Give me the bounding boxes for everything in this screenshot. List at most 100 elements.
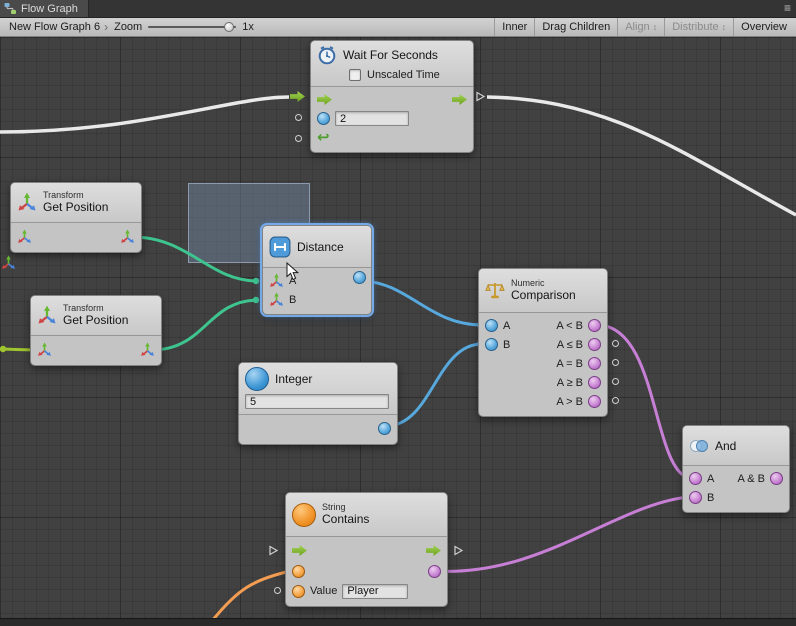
and-output-port[interactable] (770, 472, 783, 485)
position-output-port[interactable] (120, 229, 135, 244)
graph-canvas[interactable]: Wait For Seconds Unscaled Time ↩ (0, 37, 796, 618)
offscreen-transform-port[interactable] (1, 255, 16, 270)
port-b-label: B (289, 294, 296, 306)
zoom-slider-track (148, 26, 236, 28)
wire-dot (253, 297, 259, 303)
ext-flow-in-arrow[interactable] (290, 91, 305, 102)
node-title: Get Position (43, 201, 108, 214)
overview-button[interactable]: Overview (733, 18, 794, 36)
distribute-button[interactable]: Distribute ↕ (664, 18, 733, 36)
align-button[interactable]: Align ↕ (617, 18, 664, 36)
transform-input-port[interactable] (37, 342, 52, 357)
a-eq-b-port[interactable] (588, 357, 601, 370)
tab-flow-graph[interactable]: Flow Graph (0, 0, 89, 17)
value-input[interactable] (342, 584, 408, 599)
ext-unconnected-port (612, 378, 619, 385)
distribute-dropdown-icon: ↕ (722, 22, 727, 32)
comparison-a-port[interactable] (485, 319, 498, 332)
a-gte-b-port[interactable] (588, 376, 601, 389)
output-label: A > B (556, 396, 583, 408)
integer-value-input[interactable] (245, 394, 389, 409)
comparison-b-port[interactable] (485, 338, 498, 351)
a-gt-b-port[interactable] (588, 395, 601, 408)
flow-wire-in (0, 97, 289, 132)
input-b-label: B (707, 492, 714, 504)
node-get-position-2[interactable]: Transform Get Position (30, 295, 162, 366)
ext-flow-in-triangle (268, 545, 279, 556)
input-a-label: A (503, 320, 510, 332)
mouse-cursor (286, 262, 300, 281)
output-label: A ≥ B (557, 377, 583, 389)
flow-in-port[interactable] (292, 545, 307, 556)
loop-back-icon[interactable]: ↩ (317, 131, 330, 144)
contains-result-port[interactable] (428, 565, 441, 578)
align-label: Align (625, 21, 649, 33)
vector-a-port[interactable] (269, 273, 284, 288)
unscaled-time-label: Unscaled Time (367, 69, 440, 81)
ext-unconnected-port (612, 340, 619, 347)
venn-icon (689, 436, 709, 456)
vector-b-port[interactable] (269, 292, 284, 307)
node-wait-for-seconds[interactable]: Wait For Seconds Unscaled Time ↩ (310, 40, 474, 153)
and-a-port[interactable] (689, 472, 702, 485)
flow-out-port[interactable] (452, 94, 467, 105)
ext-flow-out-triangle (475, 91, 486, 102)
vector-wire-2 (152, 300, 258, 350)
zoom-slider-thumb[interactable] (224, 22, 234, 32)
wire-dot (0, 346, 6, 352)
a-lt-b-port[interactable] (588, 319, 601, 332)
seconds-port[interactable] (317, 112, 330, 125)
node-title: Integer (275, 372, 312, 386)
a-lte-b-port[interactable] (588, 338, 601, 351)
node-numeric-comparison[interactable]: Numeric Comparison A A < B B A ≤ B (478, 268, 608, 417)
ext-unconnected-port (612, 359, 619, 366)
align-dropdown-icon: ↕ (653, 22, 658, 32)
tab-title: Flow Graph (21, 3, 78, 15)
node-distance[interactable]: Distance A B (262, 225, 372, 315)
number-wire-distance (360, 281, 482, 325)
seconds-input[interactable] (335, 111, 409, 126)
clock-icon (317, 45, 337, 65)
titlebar: Flow Graph ≡ (0, 0, 796, 18)
output-label: A < B (556, 320, 583, 332)
bottom-panel-edge (0, 618, 796, 626)
toolbar-right-buttons: Inner Drag Children Align ↕ Distribute ↕… (494, 18, 794, 36)
zoom-slider[interactable] (148, 21, 236, 33)
node-integer[interactable]: Integer (238, 362, 398, 445)
distance-output-port[interactable] (353, 271, 366, 284)
inner-button[interactable]: Inner (494, 18, 534, 36)
transform-input-port[interactable] (17, 229, 32, 244)
flow-out-port[interactable] (426, 545, 441, 556)
node-string-contains[interactable]: String Contains Value (285, 492, 448, 607)
ext-unconnected-port (612, 397, 619, 404)
drag-children-button[interactable]: Drag Children (534, 18, 617, 36)
node-title: And (715, 439, 736, 453)
position-output-port[interactable] (140, 342, 155, 357)
node-and[interactable]: And A A & B B (682, 425, 790, 513)
string-wire (212, 572, 286, 618)
wire-dot (253, 278, 259, 284)
and-b-port[interactable] (689, 491, 702, 504)
node-get-position-1[interactable]: Transform Get Position (10, 182, 142, 253)
string-target-port[interactable] (292, 565, 305, 578)
bool-wire-contains (436, 497, 688, 571)
zoom-value: 1x (238, 21, 258, 33)
unscaled-time-checkbox[interactable] (349, 69, 361, 81)
node-title: Distance (297, 240, 344, 254)
input-a-label: A (707, 473, 714, 485)
value-label: Value (310, 585, 337, 597)
output-label: A = B (556, 358, 583, 370)
distance-icon (269, 236, 291, 258)
breadcrumb[interactable]: New Flow Graph 6 (2, 18, 107, 36)
flow-in-port[interactable] (317, 94, 332, 105)
output-label: A ≤ B (557, 339, 583, 351)
flow-graph-icon (4, 2, 17, 15)
number-wire-integer (386, 344, 482, 426)
ext-flow-out-triangle (453, 545, 464, 556)
distribute-label: Distribute (672, 21, 718, 33)
integer-output-port[interactable] (378, 422, 391, 435)
node-title: Comparison (511, 289, 576, 302)
value-port[interactable] (292, 585, 305, 598)
breadcrumb-chevron-icon: › (104, 20, 108, 34)
window-menu-icon[interactable]: ≡ (784, 1, 791, 15)
